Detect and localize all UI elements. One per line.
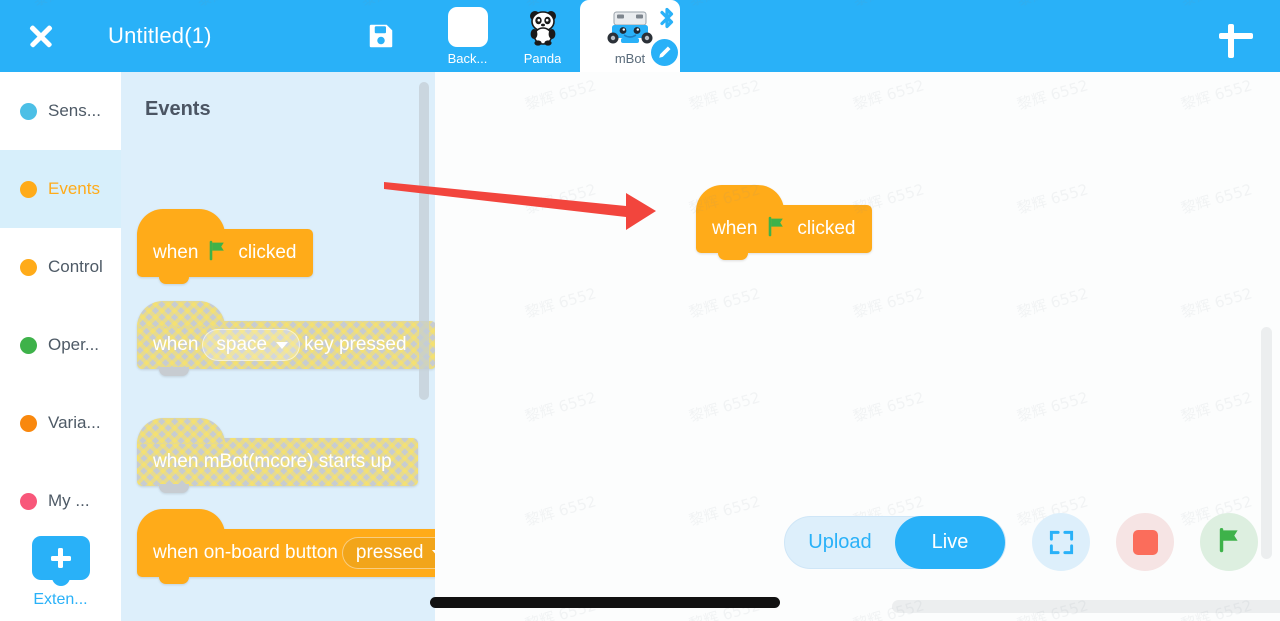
sidebar-item-operators[interactable]: Oper... <box>0 306 121 384</box>
canvas-vertical-scrollbar[interactable] <box>1261 327 1272 559</box>
block-text: clicked <box>797 218 856 239</box>
start-button[interactable] <box>1200 513 1258 571</box>
mbot-robot-icon <box>604 6 656 48</box>
sidebar-item-label: Control <box>48 257 103 276</box>
sidebar-item-label: Oper... <box>48 335 100 354</box>
palette-block-when-flag-clicked[interactable]: when clicked <box>137 209 313 284</box>
tab-mbot-label: mBot <box>614 51 646 66</box>
sidebar-item-sensing[interactable]: Sens... <box>0 72 121 150</box>
panda-sprite-icon <box>522 6 564 48</box>
tab-panda-label: Panda <box>523 51 562 66</box>
chevron-down-icon <box>432 549 435 557</box>
block-text: when <box>712 218 758 239</box>
category-color-dot <box>20 336 37 354</box>
key-dropdown[interactable]: space <box>202 329 301 361</box>
block-text: key pressed <box>304 334 407 355</box>
close-icon[interactable] <box>18 13 64 59</box>
project-title: Untitled(1) <box>108 23 212 48</box>
palette-block-when-onboard-button[interactable]: when on-board button pressed <box>137 509 435 584</box>
live-mode-button[interactable]: Live <box>895 515 1005 569</box>
button-state-dropdown[interactable]: pressed <box>341 537 435 569</box>
chevron-down-icon <box>276 341 289 349</box>
add-extension-icon[interactable] <box>31 536 90 580</box>
sidebar-item-control[interactable]: Control <box>0 228 121 306</box>
toolbar-left-group: Untitled(1) <box>0 0 430 72</box>
sidebar-item-events[interactable]: Events <box>0 150 121 228</box>
pencil-edit-icon[interactable] <box>651 39 678 66</box>
sidebar-item-label: My ... <box>48 491 90 510</box>
canvas-horizontal-scrollbar-thumb[interactable] <box>430 597 780 608</box>
tab-mbot[interactable]: mBot <box>580 0 680 72</box>
category-color-dot <box>20 258 37 276</box>
bluetooth-icon[interactable] <box>656 6 678 30</box>
canvas-controls: Upload Live <box>784 513 1258 571</box>
top-toolbar: Untitled(1) Back... Panda mBot <box>0 0 1280 72</box>
block-text: when mBot(mcore) starts up <box>153 451 392 472</box>
block-text: when <box>153 334 199 355</box>
stop-button[interactable] <box>1116 513 1174 571</box>
canvas-block-when-flag-clicked[interactable]: when clicked <box>696 185 872 260</box>
category-color-dot <box>20 102 37 120</box>
add-device-plus-icon[interactable] <box>1214 14 1258 58</box>
green-flag-icon <box>1216 526 1243 558</box>
palette-block-when-key-pressed[interactable]: when space key pressed <box>137 301 435 376</box>
sidebar-item-label: Events <box>48 179 100 198</box>
key-dropdown-value: space <box>216 334 268 355</box>
script-stack[interactable]: when clicked <box>696 185 872 260</box>
tab-panda[interactable]: Panda <box>505 0 580 72</box>
mblock-app-window: 黎辉 6552黎辉 6552黎辉 6552黎辉 6552黎辉 6552黎辉 65… <box>0 0 1280 621</box>
green-flag-icon <box>766 215 788 243</box>
upload-mode-label: Upload <box>808 530 872 553</box>
palette-block-when-mbot-starts-up[interactable]: when mBot(mcore) starts up <box>137 418 418 493</box>
tab-backdrop[interactable]: Back... <box>430 0 505 72</box>
stop-square-icon <box>1132 529 1158 555</box>
palette-category-title: Events <box>145 98 211 120</box>
fullscreen-expand-icon[interactable] <box>1032 513 1090 571</box>
sidebar-item-label: Varia... <box>48 413 101 432</box>
canvas-horizontal-scrollbar-track[interactable] <box>892 600 1280 613</box>
live-mode-label: Live <box>931 530 969 553</box>
red-arrow-annotation <box>384 182 656 230</box>
button-state-value: pressed <box>355 542 424 563</box>
sidebar-item-my-blocks[interactable]: My ... <box>0 462 121 540</box>
category-color-dot <box>20 492 37 510</box>
block-text: when on-board button <box>153 542 338 563</box>
target-tabs: Back... Panda mBot <box>430 0 680 72</box>
sidebar-item-variables[interactable]: Varia... <box>0 384 121 462</box>
block-palette[interactable]: Events when clicked when space key press… <box>121 72 435 621</box>
category-color-dot <box>20 180 37 198</box>
category-color-dot <box>20 414 37 432</box>
floppy-save-icon[interactable] <box>366 21 396 51</box>
category-sidebar: Sens... Events Control Oper... Varia... … <box>0 72 121 621</box>
backdrop-thumbnail-icon <box>447 6 489 48</box>
upload-mode-button[interactable]: Upload <box>785 516 895 569</box>
sidebar-item-extensions[interactable]: Exten... <box>0 536 121 609</box>
green-flag-icon <box>207 239 229 267</box>
block-text: clicked <box>238 242 297 263</box>
block-text: when <box>153 242 199 263</box>
extension-label: Exten... <box>33 591 88 608</box>
toolbar-right-group <box>680 0 1280 72</box>
sidebar-item-label: Sens... <box>48 101 101 120</box>
mode-toggle[interactable]: Upload Live <box>784 515 1006 569</box>
palette-vertical-scrollbar[interactable] <box>419 82 429 400</box>
tab-backdrop-label: Back... <box>447 51 488 66</box>
